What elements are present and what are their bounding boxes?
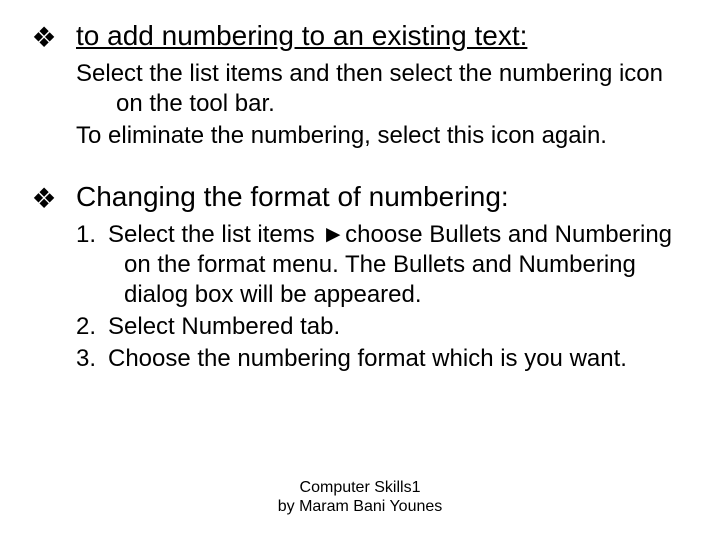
list-number: 3. [76, 344, 108, 374]
diamond-bullet-icon: ❖ [30, 24, 58, 52]
list-number: 1. [76, 220, 108, 250]
footer-line-1: Computer Skills1 [200, 478, 520, 497]
list-number: 2. [76, 312, 108, 342]
body-paragraph: To eliminate the numbering, select this … [76, 121, 680, 151]
diamond-bullet-icon: ❖ [30, 185, 58, 213]
body-paragraph: Select the list items and then select th… [76, 59, 680, 119]
heading-row: ❖ Changing the format of numbering: [30, 179, 680, 214]
list-item: 2.Select Numbered tab. [76, 312, 680, 342]
list-text: Select the list items ►choose Bullets an… [108, 221, 672, 308]
section-heading: Changing the format of numbering: [76, 179, 509, 214]
section-add-numbering: ❖ to add numbering to an existing text: … [30, 18, 680, 151]
section-change-format: ❖ Changing the format of numbering: 1.Se… [30, 179, 680, 374]
slide: ❖ to add numbering to an existing text: … [0, 0, 720, 540]
heading-row: ❖ to add numbering to an existing text: [30, 18, 680, 53]
section-heading: to add numbering to an existing text: [76, 18, 527, 53]
list-item: 1.Select the list items ►choose Bullets … [76, 220, 680, 310]
list-text: Choose the numbering format which is you… [108, 345, 627, 372]
list-item: 3.Choose the numbering format which is y… [76, 344, 680, 374]
list-text: Select Numbered tab. [108, 313, 340, 340]
numbered-list: 1.Select the list items ►choose Bullets … [76, 220, 680, 374]
slide-footer: Computer Skills1 by Maram Bani Younes [200, 478, 520, 516]
section-body: Select the list items and then select th… [76, 59, 680, 151]
footer-line-2: by Maram Bani Younes [200, 497, 520, 516]
section-body: 1.Select the list items ►choose Bullets … [76, 220, 680, 374]
